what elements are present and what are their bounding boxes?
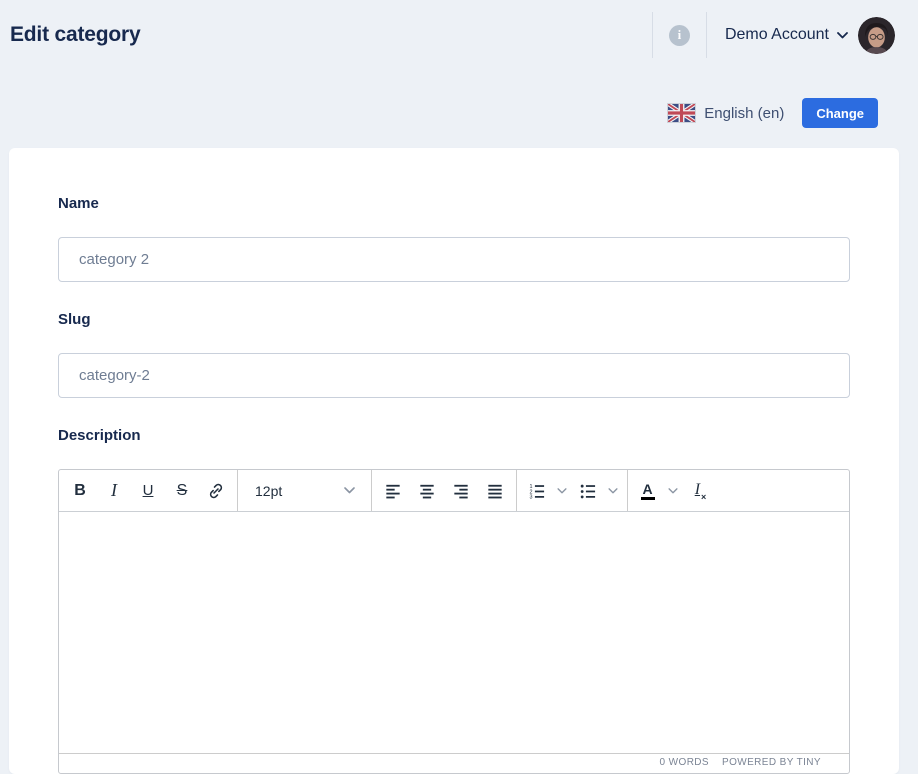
bullet-list-icon bbox=[578, 481, 598, 501]
description-field-group: Description B I U S 12pt 1 2 3 A I× 0 WO… bbox=[58, 427, 850, 774]
bullet-list-split-button bbox=[572, 474, 623, 508]
page-title: Edit category bbox=[10, 23, 141, 46]
chevron-down-icon bbox=[608, 487, 618, 494]
font-size-value: 12pt bbox=[255, 482, 283, 499]
name-input[interactable] bbox=[58, 237, 850, 282]
svg-text:3: 3 bbox=[529, 494, 532, 500]
bold-button[interactable]: B bbox=[63, 474, 97, 508]
align-justify-icon bbox=[485, 481, 505, 501]
italic-button[interactable]: I bbox=[97, 474, 131, 508]
editor-statusbar: 0 WORDS POWERED BY TINY bbox=[59, 753, 849, 773]
name-label: Name bbox=[58, 195, 99, 212]
align-left-icon bbox=[383, 481, 403, 501]
chevron-down-icon bbox=[668, 487, 678, 494]
numbered-list-button[interactable]: 1 2 3 bbox=[521, 474, 552, 508]
clear-formatting-button[interactable]: I× bbox=[683, 474, 717, 508]
word-count[interactable]: 0 WORDS bbox=[660, 757, 709, 768]
slug-label: Slug bbox=[58, 311, 91, 328]
numbered-list-dropdown-button[interactable] bbox=[552, 474, 572, 508]
numbered-list-split-button: 1 2 3 bbox=[521, 474, 572, 508]
language-label: English (en) bbox=[704, 104, 785, 122]
text-color-split-button: A bbox=[632, 474, 683, 508]
align-right-icon bbox=[451, 481, 471, 501]
align-right-button[interactable] bbox=[444, 474, 478, 508]
header-right: i Demo Account bbox=[651, 12, 895, 58]
toolbar-separator bbox=[627, 470, 628, 511]
rich-text-editor: B I U S 12pt 1 2 3 A I× 0 WORDS POWERED … bbox=[58, 469, 850, 774]
account-label: Demo Account bbox=[724, 26, 829, 43]
align-left-button[interactable] bbox=[376, 474, 410, 508]
language-bar: English (en) Change bbox=[0, 98, 918, 128]
strikethrough-button[interactable]: S bbox=[165, 474, 199, 508]
tiny-branding-link[interactable]: POWERED BY TINY bbox=[722, 757, 821, 768]
chevron-down-icon bbox=[837, 31, 848, 39]
account-menu[interactable]: Demo Account bbox=[725, 26, 848, 44]
chevron-down-icon bbox=[344, 487, 355, 494]
editor-toolbar: B I U S 12pt 1 2 3 A I× bbox=[59, 470, 849, 512]
info-icon[interactable]: i bbox=[668, 24, 690, 46]
name-field-group: Name bbox=[58, 195, 850, 282]
toolbar-separator bbox=[516, 470, 517, 511]
text-color-button[interactable]: A bbox=[632, 474, 663, 508]
align-justify-button[interactable] bbox=[478, 474, 512, 508]
bullet-list-dropdown-button[interactable] bbox=[603, 474, 623, 508]
numbered-list-icon: 1 2 3 bbox=[527, 481, 547, 501]
text-color-icon: A bbox=[640, 482, 655, 500]
link-button[interactable] bbox=[199, 474, 233, 508]
link-icon bbox=[206, 481, 226, 501]
editor-content-area[interactable] bbox=[59, 512, 849, 753]
toolbar-separator bbox=[371, 470, 372, 511]
text-color-dropdown-button[interactable] bbox=[663, 474, 683, 508]
clear-formatting-icon: I× bbox=[694, 480, 707, 503]
divider bbox=[651, 12, 653, 58]
font-size-select[interactable]: 12pt bbox=[242, 474, 367, 508]
underline-button[interactable]: U bbox=[131, 474, 165, 508]
avatar[interactable] bbox=[858, 16, 895, 54]
bullet-list-button[interactable] bbox=[572, 474, 603, 508]
change-language-button[interactable]: Change bbox=[802, 98, 878, 128]
chevron-down-icon bbox=[557, 487, 567, 494]
edit-category-card: Name Slug Description B I U S bbox=[9, 148, 899, 774]
align-center-button[interactable] bbox=[410, 474, 444, 508]
slug-input[interactable] bbox=[58, 353, 850, 398]
uk-flag-icon bbox=[667, 103, 697, 123]
toolbar-separator bbox=[237, 470, 238, 511]
divider bbox=[705, 12, 707, 58]
header: Edit category i Demo Account bbox=[0, 0, 918, 70]
slug-field-group: Slug bbox=[58, 311, 850, 398]
description-label: Description bbox=[58, 427, 141, 444]
align-center-icon bbox=[417, 481, 437, 501]
